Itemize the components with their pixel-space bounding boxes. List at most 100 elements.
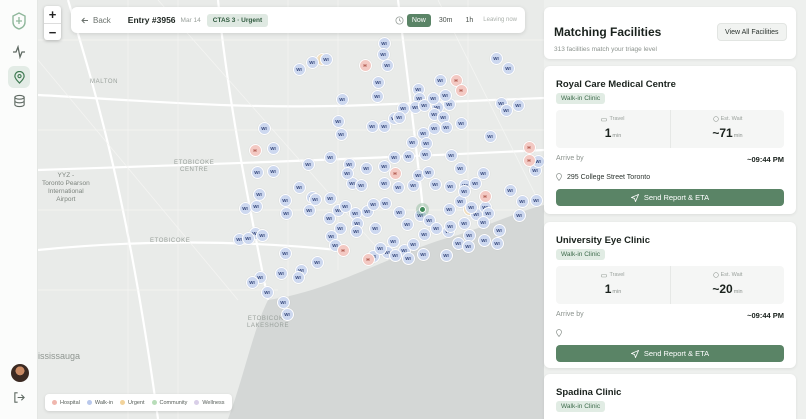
walk-in-marker[interactable]: WI: [499, 103, 513, 117]
walk-in-marker[interactable]: WI: [365, 119, 379, 133]
walk-in-marker[interactable]: WI: [377, 176, 391, 190]
walk-in-marker[interactable]: WI: [511, 98, 525, 112]
hospital-marker[interactable]: H: [522, 153, 536, 167]
walk-in-marker[interactable]: WI: [426, 91, 440, 105]
walk-in-marker[interactable]: WI: [477, 233, 491, 247]
facility-card[interactable]: University Eye Clinic Walk-in Clinic Tra…: [544, 222, 796, 368]
walk-in-marker[interactable]: WI: [454, 116, 468, 130]
walk-in-marker[interactable]: WI: [468, 176, 482, 190]
walk-in-marker[interactable]: WI: [443, 219, 457, 233]
walk-in-marker[interactable]: WI: [310, 255, 324, 269]
hospital-marker[interactable]: H: [361, 252, 375, 266]
walk-in-marker[interactable]: WI: [433, 73, 447, 87]
walk-in-marker[interactable]: WI: [334, 127, 348, 141]
map-pin-icon[interactable]: [8, 66, 30, 88]
walk-in-marker[interactable]: WI: [280, 307, 294, 321]
walk-in-marker[interactable]: WI: [503, 183, 517, 197]
walk-in-marker[interactable]: WI: [405, 135, 419, 149]
walk-in-marker[interactable]: WI: [378, 196, 392, 210]
walk-in-marker[interactable]: WI: [443, 179, 457, 193]
walk-in-marker[interactable]: WI: [368, 221, 382, 235]
walk-in-marker[interactable]: WI: [373, 241, 387, 255]
walk-in-marker[interactable]: WI: [388, 248, 402, 262]
walk-in-marker[interactable]: WI: [457, 216, 471, 230]
walk-in-marker[interactable]: WI: [245, 275, 259, 289]
send-report-button[interactable]: Send Report & ETA: [556, 189, 784, 206]
hospital-marker[interactable]: H: [388, 166, 402, 180]
walk-in-marker[interactable]: WI: [255, 228, 269, 242]
walk-in-marker[interactable]: WI: [292, 180, 306, 194]
walk-in-marker[interactable]: WI: [323, 191, 337, 205]
database-icon[interactable]: [11, 93, 27, 109]
walk-in-marker[interactable]: WI: [515, 194, 529, 208]
walk-in-marker[interactable]: WI: [421, 165, 435, 179]
walk-in-marker[interactable]: WI: [252, 187, 266, 201]
walk-in-marker[interactable]: WI: [401, 149, 415, 163]
walk-in-marker[interactable]: WI: [387, 150, 401, 164]
walk-in-marker[interactable]: WI: [461, 239, 475, 253]
walk-in-marker[interactable]: WI: [276, 295, 290, 309]
walk-in-marker[interactable]: WI: [453, 161, 467, 175]
walk-in-marker[interactable]: WI: [429, 221, 443, 235]
walk-in-marker[interactable]: WI: [417, 227, 431, 241]
back-button[interactable]: Back: [81, 16, 111, 25]
walk-in-marker[interactable]: WI: [380, 58, 394, 72]
logo-icon[interactable]: [11, 12, 27, 30]
walk-in-marker[interactable]: WI: [370, 89, 384, 103]
walk-in-marker[interactable]: WI: [377, 119, 391, 133]
hospital-marker[interactable]: H: [478, 189, 492, 203]
walk-in-marker[interactable]: WI: [489, 51, 503, 65]
walk-in-marker[interactable]: WI: [301, 157, 315, 171]
walk-in-marker[interactable]: WI: [366, 197, 380, 211]
walk-in-marker[interactable]: WI: [260, 285, 274, 299]
walk-in-marker[interactable]: WI: [439, 120, 453, 134]
time-option-now[interactable]: Now: [406, 13, 431, 27]
walk-in-marker[interactable]: WI: [392, 205, 406, 219]
walk-in-marker[interactable]: WI: [476, 215, 490, 229]
walk-in-marker[interactable]: WI: [279, 206, 293, 220]
walk-in-marker[interactable]: WI: [400, 217, 414, 231]
walk-in-marker[interactable]: WI: [249, 199, 263, 213]
walk-in-marker[interactable]: WI: [418, 147, 432, 161]
walk-in-marker[interactable]: WI: [428, 177, 442, 191]
time-option-1h[interactable]: 1h: [461, 14, 479, 27]
walk-in-marker[interactable]: WI: [241, 231, 255, 245]
walk-in-marker[interactable]: WI: [392, 110, 406, 124]
walk-in-marker[interactable]: WI: [492, 223, 506, 237]
time-option-30m[interactable]: 30m: [434, 14, 458, 27]
walk-in-marker[interactable]: WI: [354, 178, 368, 192]
walk-in-marker[interactable]: WI: [292, 62, 306, 76]
view-all-button[interactable]: View All Facilities: [717, 23, 787, 41]
walk-in-marker[interactable]: WI: [490, 236, 504, 250]
activity-icon[interactable]: [11, 44, 27, 60]
zoom-in-button[interactable]: +: [44, 6, 61, 23]
walk-in-marker[interactable]: WI: [391, 180, 405, 194]
avatar[interactable]: [11, 364, 29, 382]
walk-in-marker[interactable]: WI: [319, 52, 333, 66]
facility-card[interactable]: Spadina Clinic Walk-in Clinic: [544, 374, 796, 419]
walk-in-marker[interactable]: WI: [416, 247, 430, 261]
zoom-out-button[interactable]: −: [44, 23, 61, 40]
walk-in-marker[interactable]: WI: [278, 193, 292, 207]
walk-in-marker[interactable]: WI: [266, 164, 280, 178]
walk-in-marker[interactable]: WI: [529, 193, 543, 207]
walk-in-marker[interactable]: WI: [349, 224, 363, 238]
walk-in-marker[interactable]: WI: [442, 202, 456, 216]
walk-in-marker[interactable]: WI: [331, 114, 345, 128]
walk-in-marker[interactable]: WI: [302, 203, 316, 217]
walk-in-marker[interactable]: WI: [322, 211, 336, 225]
walk-in-marker[interactable]: WI: [359, 161, 373, 175]
walk-in-marker[interactable]: WI: [266, 141, 280, 155]
walk-in-marker[interactable]: WI: [323, 150, 337, 164]
walk-in-marker[interactable]: WI: [512, 208, 526, 222]
hospital-marker[interactable]: H: [248, 143, 262, 157]
hospital-marker[interactable]: H: [522, 140, 536, 154]
facility-card[interactable]: Royal Care Medical Centre Walk-in Clinic…: [544, 66, 796, 214]
hospital-marker[interactable]: H: [358, 58, 372, 72]
walk-in-marker[interactable]: WI: [278, 246, 292, 260]
walk-in-marker[interactable]: WI: [335, 92, 349, 106]
walk-in-marker[interactable]: WI: [371, 75, 385, 89]
logout-icon[interactable]: [11, 389, 27, 405]
walk-in-marker[interactable]: WI: [483, 129, 497, 143]
walk-in-marker[interactable]: WI: [406, 237, 420, 251]
